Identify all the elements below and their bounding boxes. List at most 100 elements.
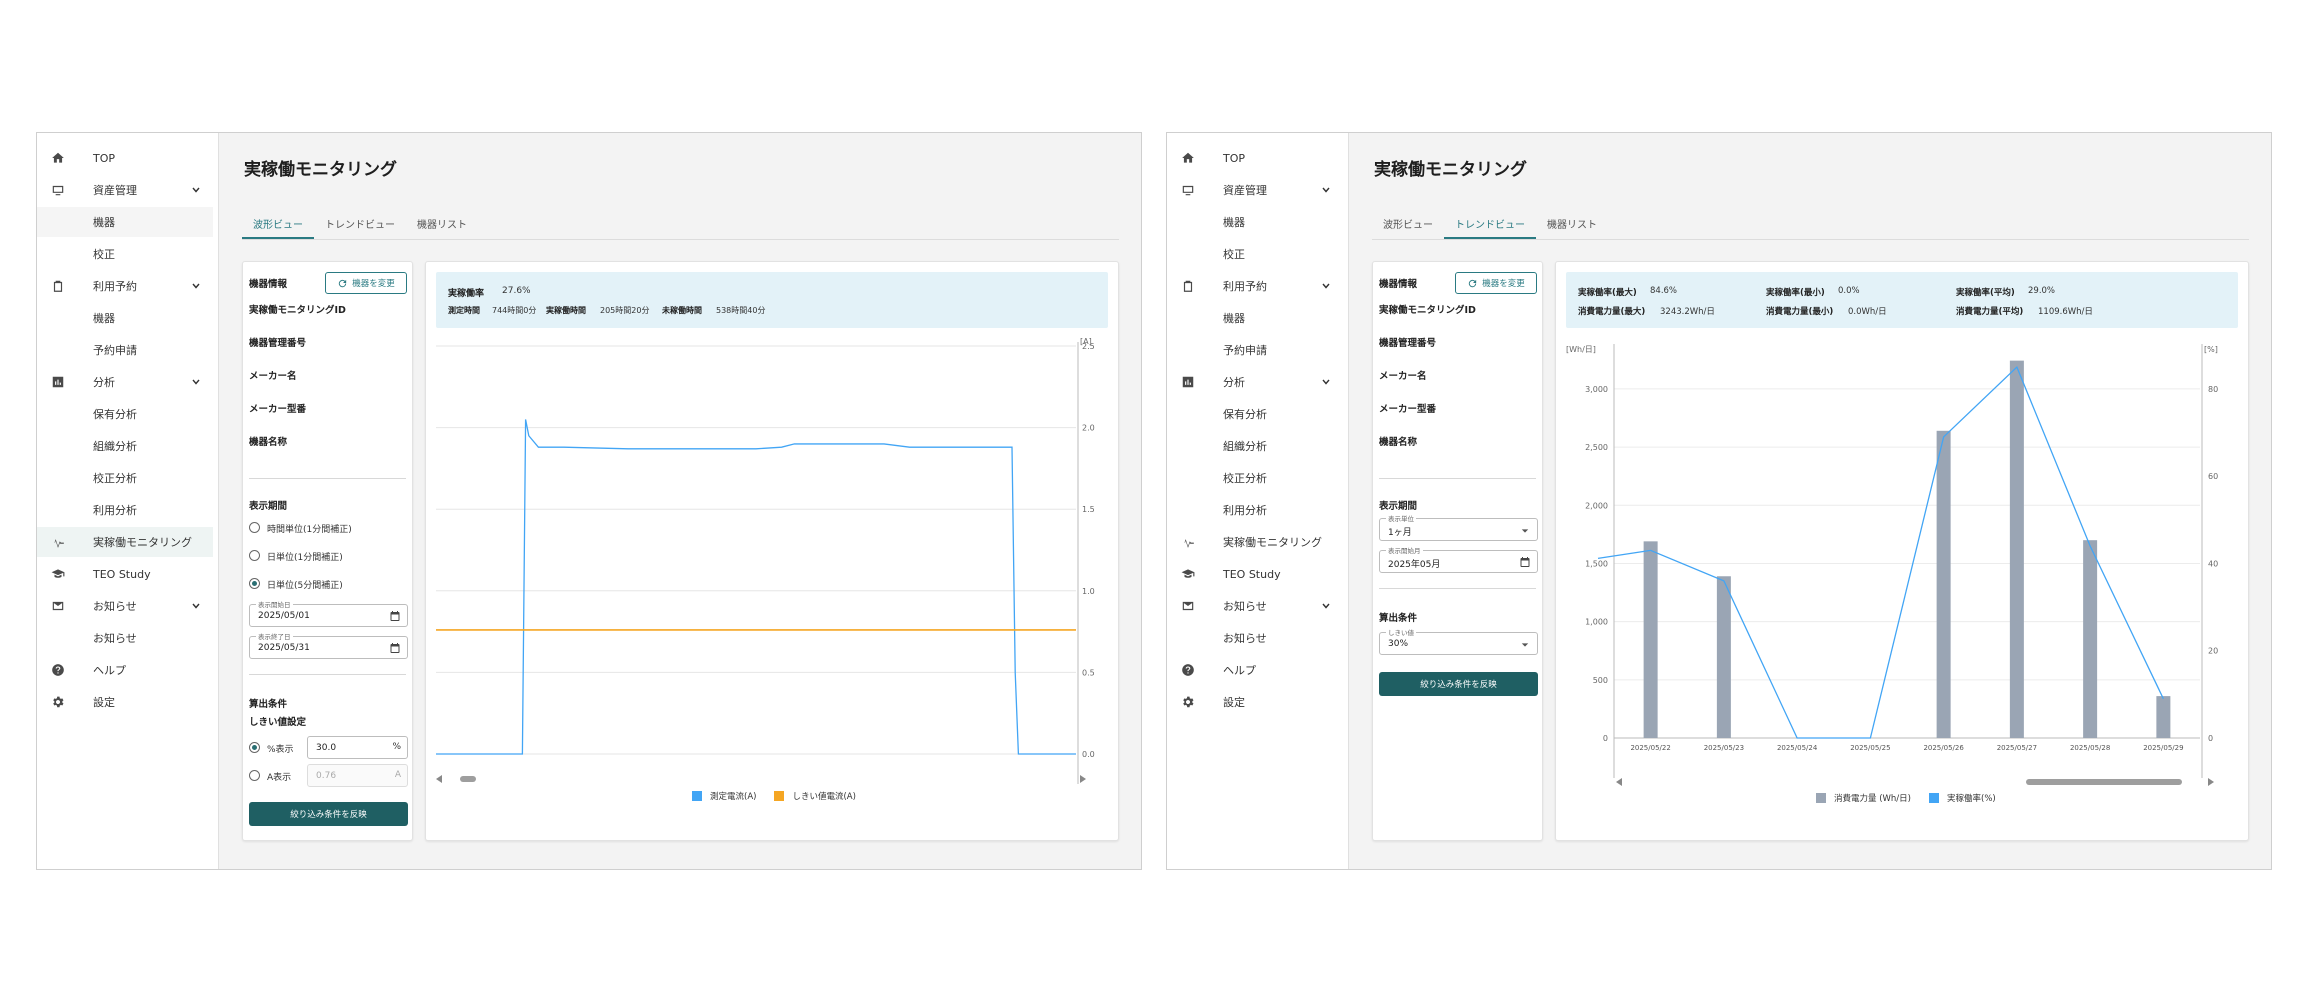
threshold-select[interactable]: しきい値 30% [1379, 627, 1538, 655]
sidebar-item[interactable]: 保有分析 [1167, 399, 1343, 429]
legend-item[interactable]: 測定電流(A) [692, 790, 756, 802]
x-tick-label: 2025/05/24 [1777, 744, 1818, 752]
sidebar-item[interactable]: 機器 [37, 207, 213, 237]
calendar-icon[interactable] [389, 610, 401, 622]
sidebar-item[interactable]: 利用分析 [37, 495, 213, 525]
scroll-right-icon[interactable] [1080, 775, 1086, 783]
chevron-down-icon[interactable] [191, 281, 201, 291]
sidebar-item[interactable]: 実稼働モニタリング [1167, 527, 1343, 557]
legend-item[interactable]: しきい値電流(A) [774, 790, 856, 802]
chevron-down-icon[interactable] [1321, 601, 1331, 611]
threshold-percent-input[interactable]: 30.0 % [307, 736, 408, 759]
sidebar-item[interactable]: 校正分析 [37, 463, 213, 493]
sidebar-item[interactable]: ヘルプ [1167, 655, 1343, 685]
horizontal-scrollbar[interactable] [1616, 778, 2214, 786]
sidebar-item[interactable]: 資産管理 [37, 175, 213, 205]
sidebar-item[interactable]: TEO Study [1167, 559, 1343, 589]
apply-filter-button[interactable]: 絞り込み条件を反映 [1379, 672, 1538, 696]
sidebar-item[interactable]: 校正 [1167, 239, 1343, 269]
sidebar-item[interactable]: 設定 [1167, 687, 1343, 717]
chevron-down-icon[interactable] [1321, 281, 1331, 291]
sidebar-item[interactable]: 機器 [1167, 303, 1343, 333]
legend-item[interactable]: 消費電力量 (Wh/日) [1816, 792, 1911, 804]
chevron-down-icon[interactable] [191, 377, 201, 387]
tab-waveform-view[interactable]: 波形ビュー [1372, 209, 1444, 239]
chevron-down-icon[interactable] [191, 601, 201, 611]
sidebar-item[interactable]: 利用予約 [37, 271, 213, 301]
sidebar-item[interactable]: 組織分析 [1167, 431, 1343, 461]
sidebar-item[interactable]: 機器 [1167, 207, 1343, 237]
bar-power-consumption[interactable] [1643, 541, 1658, 738]
horizontal-scrollbar[interactable] [436, 775, 1086, 783]
sidebar-item[interactable]: 予約申請 [1167, 335, 1343, 365]
period-unit-label: 表示単位 [1386, 513, 1416, 523]
bar-power-consumption[interactable] [1936, 430, 1951, 738]
chevron-down-icon[interactable] [1321, 377, 1331, 387]
sidebar-item[interactable]: ヘルプ [37, 655, 213, 685]
threshold-amp-radio[interactable] [249, 770, 260, 781]
tab-trend-view[interactable]: トレンドビュー [314, 209, 406, 239]
scroll-left-icon[interactable] [436, 775, 442, 783]
scroll-thumb[interactable] [460, 776, 476, 782]
sidebar-item[interactable]: お知らせ [37, 623, 213, 653]
sidebar-item[interactable]: 校正 [37, 239, 213, 269]
threshold-percent-radio[interactable] [249, 742, 260, 753]
tab-trend-view[interactable]: トレンドビュー [1444, 209, 1536, 239]
sidebar-item-label: 予約申請 [93, 344, 137, 357]
period-radio-hourly[interactable] [249, 522, 260, 533]
period-radio-daily-1min[interactable] [249, 550, 260, 561]
scroll-thumb[interactable] [2026, 779, 2182, 785]
sidebar-item[interactable]: 設定 [37, 687, 213, 717]
tab-device-list[interactable]: 機器リスト [406, 209, 478, 239]
sidebar-item[interactable]: 利用分析 [1167, 495, 1343, 525]
sidebar-item[interactable]: お知らせ [1167, 623, 1343, 653]
scroll-left-icon[interactable] [1616, 778, 1622, 786]
legend-item[interactable]: 実稼働率(%) [1929, 792, 1996, 804]
period-radio-daily-5min[interactable] [249, 578, 260, 589]
sidebar-item[interactable]: TOP [37, 143, 213, 173]
sidebar-item[interactable]: 組織分析 [37, 431, 213, 461]
bar-power-consumption[interactable] [2083, 540, 2098, 738]
bar-power-consumption[interactable] [2009, 360, 2024, 738]
period-unit-select[interactable]: 表示単位 1ヶ月 [1379, 513, 1538, 541]
page-title: 実稼働モニタリング [1374, 160, 1527, 180]
threshold-amp-input[interactable]: 0.76 A [307, 764, 408, 787]
tab-device-list[interactable]: 機器リスト [1536, 209, 1608, 239]
apply-filter-button[interactable]: 絞り込み条件を反映 [249, 802, 408, 826]
field-maker-model: メーカー型番 [249, 404, 307, 415]
sidebar-item[interactable]: TOP [1167, 143, 1343, 173]
calendar-icon[interactable] [389, 642, 401, 654]
power-min-label: 消費電力量(最小) [1766, 307, 1834, 317]
sidebar-item[interactable]: 資産管理 [1167, 175, 1343, 205]
end-date-field[interactable]: 表示終了日 2025/05/31 [249, 631, 408, 659]
chevron-down-icon[interactable] [1321, 185, 1331, 195]
sidebar-item[interactable]: お知らせ [37, 591, 213, 621]
x-tick-label: 2025/05/26 [1923, 744, 1964, 752]
calendar-icon[interactable] [1519, 556, 1531, 568]
sidebar-item[interactable]: 分析 [37, 367, 213, 397]
chevron-down-icon[interactable] [191, 185, 201, 195]
rate-avg-value: 29.0% [2028, 286, 2056, 296]
scroll-right-icon[interactable] [2208, 778, 2214, 786]
sidebar-item[interactable]: 機器 [37, 303, 213, 333]
start-month-field[interactable]: 表示開始月 2025年05月 [1379, 545, 1538, 573]
y-tick-label: 2,000 [1585, 501, 1608, 510]
change-device-button[interactable]: 機器を変更 [325, 272, 407, 294]
tab-waveform-view[interactable]: 波形ビュー [242, 209, 314, 239]
sidebar-item[interactable]: 分析 [1167, 367, 1343, 397]
bar-power-consumption[interactable] [1716, 576, 1731, 738]
bar-power-consumption[interactable] [2156, 696, 2171, 738]
sidebar-item[interactable]: 保有分析 [37, 399, 213, 429]
change-device-button[interactable]: 機器を変更 [1455, 272, 1537, 294]
sidebar-item[interactable]: 校正分析 [1167, 463, 1343, 493]
sidebar-item[interactable]: 利用予約 [1167, 271, 1343, 301]
y-tick-label: 0 [1603, 734, 1608, 743]
sidebar-item[interactable]: 予約申請 [37, 335, 213, 365]
sidebar-item[interactable]: TEO Study [37, 559, 213, 589]
start-date-field[interactable]: 表示開始日 2025/05/01 [249, 599, 408, 627]
sidebar-item[interactable]: お知らせ [1167, 591, 1343, 621]
rate-value: 27.6% [502, 286, 531, 296]
chart-panel: 実稼働率(最大) 84.6% 実稼働率(最小) 0.0% 実稼働率(平均) 29… [1555, 261, 2249, 841]
sidebar-item[interactable]: 実稼働モニタリング [37, 527, 213, 557]
sidebar-item-label: 組織分析 [93, 440, 137, 453]
